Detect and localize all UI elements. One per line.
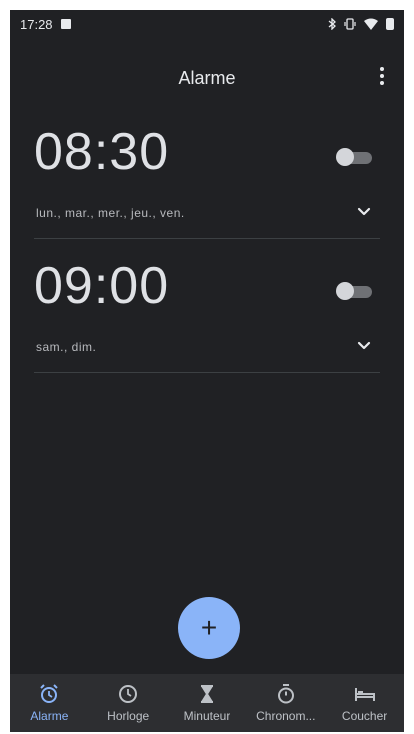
bluetooth-icon [328,18,336,30]
alarm-time[interactable]: 08:30 [34,122,169,182]
alarm-icon [40,684,59,703]
tab-label: Chronom... [256,709,316,723]
more-options-icon[interactable] [372,62,392,90]
alarm-days: sam., dim. [36,340,97,354]
divider [34,238,380,239]
tab-stopwatch[interactable]: Chronom... [246,674,325,732]
tab-label: Alarme [30,709,69,723]
bed-icon [354,688,375,701]
alarm-item[interactable]: 09:00 sam., dim. [10,256,404,376]
clock-icon [119,685,138,703]
tab-label: Horloge [107,709,150,723]
wifi-icon [364,18,378,30]
divider [34,372,380,373]
chevron-down-icon[interactable] [354,336,374,356]
notification-icon [60,19,71,29]
tab-label: Coucher [341,709,388,723]
tab-bedtime[interactable]: Coucher [325,674,404,732]
add-alarm-button[interactable]: + [178,597,240,659]
bottom-nav: Alarme Horloge Minuteur Chronom... Couch… [10,674,404,732]
stopwatch-icon [277,684,294,704]
alarm-time[interactable]: 09:00 [34,256,169,316]
hourglass-icon [200,685,213,703]
alarm-toggle[interactable] [336,280,374,302]
tab-alarm[interactable]: Alarme [10,674,89,732]
status-bar: 17:28 [10,10,404,38]
alarm-toggle[interactable] [336,146,374,168]
battery-icon [386,18,394,30]
alarm-days: lun., mar., mer., jeu., ven. [36,206,185,220]
status-time: 17:28 [20,16,53,32]
vibrate-icon [344,18,356,30]
tab-timer[interactable]: Minuteur [168,674,247,732]
chevron-down-icon[interactable] [354,202,374,222]
page-title: Alarme [178,68,236,88]
tab-label: Minuteur [183,709,231,723]
screen: 17:28 Alarme 08:30 lun., mar., mer., jeu… [10,10,404,732]
tab-clock[interactable]: Horloge [89,674,168,732]
alarm-item[interactable]: 08:30 lun., mar., mer., jeu., ven. [10,122,404,242]
